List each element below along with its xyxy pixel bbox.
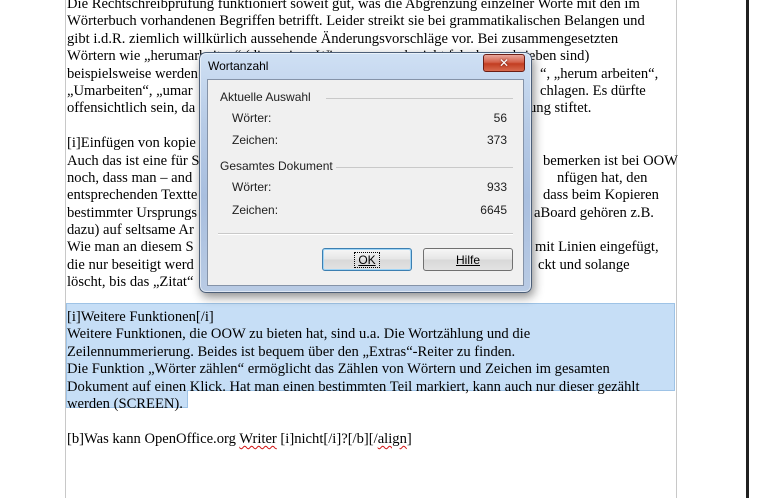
selected-line: [i]Weitere Funktionen[/i] <box>67 309 214 326</box>
selection-chars-value: 373 <box>486 133 507 147</box>
ok-button[interactable]: OK <box>322 248 412 271</box>
doc-line-fragment: ung stiftet. <box>529 100 592 117</box>
document-words-label: Wörter: <box>232 180 272 194</box>
word-count-dialog: Wortanzahl ✕ Aktuelle Auswahl Wörter: 56… <box>199 52 532 293</box>
selected-line: Weitere Funktionen, die OOW zu bieten ha… <box>67 326 531 343</box>
window-right-border <box>746 0 761 498</box>
doc-line-fragment: mit Linien eingefügt, <box>535 239 659 256</box>
group-line <box>336 167 513 168</box>
doc-line: gibt i.d.R. ziemlich willkürlich aussehe… <box>67 30 619 47</box>
doc-line-fragment: dass beim Kopieren <box>543 187 659 204</box>
selected-line: Zeilennummerierung. Beides ist bequem üb… <box>67 343 516 360</box>
selection-group-label: Aktuelle Auswahl <box>220 90 311 104</box>
close-button[interactable]: ✕ <box>483 54 525 72</box>
doc-line-fragment: ckt und solange <box>538 256 630 273</box>
dialog-title: Wortanzahl <box>208 59 269 73</box>
doc-line-fragment: aBoard gehören z.B. <box>534 204 654 221</box>
ok-button-label: OK <box>358 252 376 267</box>
writer-window: Die Rechtschreibprüfung funktioniert sow… <box>0 0 761 498</box>
doc-line: Wörterbuch vorhandenen Begriffen betriff… <box>67 13 645 30</box>
doc-line: Die Rechtschreibprüfung funktioniert sow… <box>67 0 640 12</box>
document-chars-label: Zeichen: <box>232 203 279 217</box>
close-icon: ✕ <box>498 56 510 70</box>
document-words-value: 933 <box>486 180 507 194</box>
doc-line-fragment: chlagen. Es dürfte <box>540 82 646 99</box>
misspelled-word: Writer <box>239 430 277 447</box>
help-button-label: Hilfe <box>455 252 480 267</box>
group-line <box>326 98 513 99</box>
selected-line: werden (SCREEN). <box>67 395 183 412</box>
selection-words-value: 56 <box>493 111 507 125</box>
page-left-edge <box>65 0 66 498</box>
help-button[interactable]: Hilfe <box>423 248 513 271</box>
document-group-label: Gesamtes Dokument <box>220 159 333 173</box>
doc-line-fragment: “, „herum arbeiten“, <box>540 65 659 82</box>
doc-line-fragment: nfügen hat, den <box>557 169 648 186</box>
selection-chars-label: Zeichen: <box>232 133 279 147</box>
button-separator <box>218 233 513 235</box>
selected-line: Die Funktion „Wörter zählen“ ermöglicht … <box>67 361 610 378</box>
selection-words-label: Wörter: <box>232 111 272 125</box>
page-right-edge <box>676 0 677 498</box>
doc-line-last: [b]Was kann OpenOffice.org Writer [i]nic… <box>67 430 412 447</box>
selected-line: Dokument auf einen Klick. Hat man einen … <box>67 378 640 395</box>
doc-line-fragment: bemerken ist bei OOW <box>543 152 678 169</box>
misspelled-word: align <box>377 430 407 447</box>
document-chars-value: 6645 <box>480 203 507 217</box>
